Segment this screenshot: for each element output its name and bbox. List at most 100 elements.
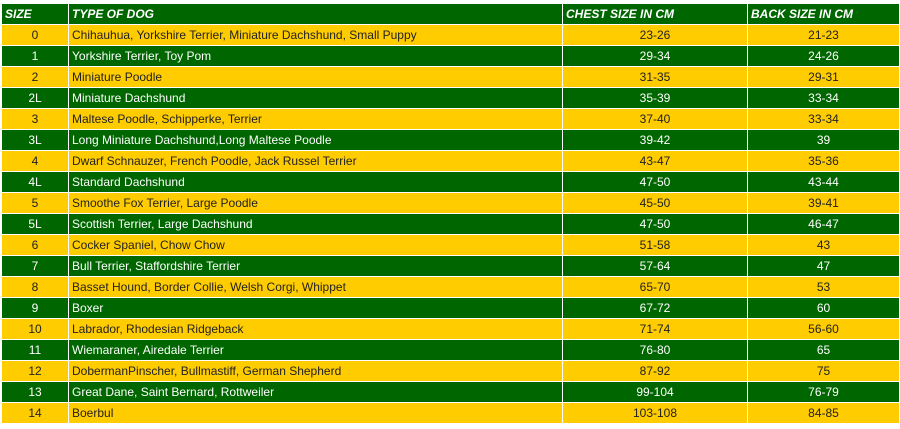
header-back-size: BACK SIZE IN CM	[747, 3, 900, 25]
cell-back-size: 56-60	[747, 318, 900, 340]
cell-size: 9	[1, 297, 69, 319]
cell-size: 8	[1, 276, 69, 298]
table-row: 10 Labrador, Rhodesian Ridgeback 71-74 5…	[1, 318, 900, 340]
cell-size: 7	[1, 255, 69, 277]
cell-back-size: 53	[747, 276, 900, 298]
cell-size: 0	[1, 24, 69, 46]
cell-dog-type: Dwarf Schnauzer, French Poodle, Jack Rus…	[68, 150, 563, 172]
table-row: 8 Basset Hound, Border Collie, Welsh Cor…	[1, 276, 900, 298]
table-row: 5L Scottish Terrier, Large Dachshund 47-…	[1, 213, 900, 235]
cell-dog-type: Bull Terrier, Staffordshire Terrier	[68, 255, 563, 277]
cell-back-size: 76-79	[747, 381, 900, 403]
cell-chest-size: 76-80	[562, 339, 748, 361]
dog-size-table: SIZE TYPE OF DOG CHEST SIZE IN CM BACK S…	[1, 3, 900, 424]
cell-back-size: 84-85	[747, 402, 900, 424]
cell-back-size: 35-36	[747, 150, 900, 172]
cell-dog-type: Labrador, Rhodesian Ridgeback	[68, 318, 563, 340]
cell-dog-type: Long Miniature Dachshund,Long Maltese Po…	[68, 129, 563, 151]
header-size: SIZE	[1, 3, 69, 25]
cell-size: 3L	[1, 129, 69, 151]
cell-chest-size: 37-40	[562, 108, 748, 130]
table-row: 11 Wiemaraner, Airedale Terrier 76-80 65	[1, 339, 900, 361]
cell-dog-type: Wiemaraner, Airedale Terrier	[68, 339, 563, 361]
cell-chest-size: 99-104	[562, 381, 748, 403]
cell-dog-type: Yorkshire Terrier, Toy Pom	[68, 45, 563, 67]
cell-back-size: 33-34	[747, 108, 900, 130]
cell-size: 3	[1, 108, 69, 130]
cell-dog-type: Great Dane, Saint Bernard, Rottweiler	[68, 381, 563, 403]
cell-chest-size: 67-72	[562, 297, 748, 319]
cell-dog-type: Scottish Terrier, Large Dachshund	[68, 213, 563, 235]
cell-back-size: 46-47	[747, 213, 900, 235]
cell-back-size: 65	[747, 339, 900, 361]
cell-back-size: 43	[747, 234, 900, 256]
cell-chest-size: 47-50	[562, 171, 748, 193]
cell-chest-size: 35-39	[562, 87, 748, 109]
table-row: 2 Miniature Poodle 31-35 29-31	[1, 66, 900, 88]
cell-chest-size: 39-42	[562, 129, 748, 151]
cell-back-size: 29-31	[747, 66, 900, 88]
table-row: 13 Great Dane, Saint Bernard, Rottweiler…	[1, 381, 900, 403]
header-chest-size: CHEST SIZE IN CM	[562, 3, 748, 25]
cell-back-size: 43-44	[747, 171, 900, 193]
cell-chest-size: 87-92	[562, 360, 748, 382]
cell-size: 4L	[1, 171, 69, 193]
cell-chest-size: 43-47	[562, 150, 748, 172]
cell-back-size: 39-41	[747, 192, 900, 214]
cell-back-size: 60	[747, 297, 900, 319]
cell-dog-type: Basset Hound, Border Collie, Welsh Corgi…	[68, 276, 563, 298]
cell-back-size: 39	[747, 129, 900, 151]
cell-size: 2	[1, 66, 69, 88]
table-row: 12 DobermanPinscher, Bullmastiff, German…	[1, 360, 900, 382]
cell-chest-size: 47-50	[562, 213, 748, 235]
cell-size: 2L	[1, 87, 69, 109]
cell-size: 6	[1, 234, 69, 256]
table-row: 0 Chihauhua, Yorkshire Terrier, Miniatur…	[1, 24, 900, 46]
cell-chest-size: 31-35	[562, 66, 748, 88]
cell-back-size: 47	[747, 255, 900, 277]
table-header-row: SIZE TYPE OF DOG CHEST SIZE IN CM BACK S…	[1, 3, 900, 25]
cell-chest-size: 57-64	[562, 255, 748, 277]
cell-chest-size: 71-74	[562, 318, 748, 340]
cell-dog-type: Chihauhua, Yorkshire Terrier, Miniature …	[68, 24, 563, 46]
table-row: 3 Maltese Poodle, Schipperke, Terrier 37…	[1, 108, 900, 130]
cell-dog-type: Miniature Poodle	[68, 66, 563, 88]
cell-size: 13	[1, 381, 69, 403]
cell-dog-type: Cocker Spaniel, Chow Chow	[68, 234, 563, 256]
table-row: 4L Standard Dachshund 47-50 43-44	[1, 171, 900, 193]
cell-size: 4	[1, 150, 69, 172]
table-row: 3L Long Miniature Dachshund,Long Maltese…	[1, 129, 900, 151]
cell-chest-size: 103-108	[562, 402, 748, 424]
table-row: 5 Smoothe Fox Terrier, Large Poodle 45-5…	[1, 192, 900, 214]
table-row: 9 Boxer 67-72 60	[1, 297, 900, 319]
table-row: 6 Cocker Spaniel, Chow Chow 51-58 43	[1, 234, 900, 256]
table-row: 14 Boerbul 103-108 84-85	[1, 402, 900, 424]
cell-chest-size: 51-58	[562, 234, 748, 256]
table-row: 2L Miniature Dachshund 35-39 33-34	[1, 87, 900, 109]
cell-dog-type: Maltese Poodle, Schipperke, Terrier	[68, 108, 563, 130]
cell-size: 14	[1, 402, 69, 424]
table-row: 7 Bull Terrier, Staffordshire Terrier 57…	[1, 255, 900, 277]
cell-dog-type: Smoothe Fox Terrier, Large Poodle	[68, 192, 563, 214]
cell-size: 1	[1, 45, 69, 67]
cell-size: 10	[1, 318, 69, 340]
cell-chest-size: 23-26	[562, 24, 748, 46]
cell-size: 5L	[1, 213, 69, 235]
header-dog-type: TYPE OF DOG	[68, 3, 563, 25]
table-row: 1 Yorkshire Terrier, Toy Pom 29-34 24-26	[1, 45, 900, 67]
cell-chest-size: 45-50	[562, 192, 748, 214]
cell-dog-type: DobermanPinscher, Bullmastiff, German Sh…	[68, 360, 563, 382]
table-row: 4 Dwarf Schnauzer, French Poodle, Jack R…	[1, 150, 900, 172]
cell-dog-type: Standard Dachshund	[68, 171, 563, 193]
cell-back-size: 33-34	[747, 87, 900, 109]
cell-back-size: 21-23	[747, 24, 900, 46]
cell-size: 12	[1, 360, 69, 382]
cell-chest-size: 29-34	[562, 45, 748, 67]
cell-size: 11	[1, 339, 69, 361]
cell-size: 5	[1, 192, 69, 214]
cell-chest-size: 65-70	[562, 276, 748, 298]
cell-dog-type: Boerbul	[68, 402, 563, 424]
cell-dog-type: Boxer	[68, 297, 563, 319]
cell-dog-type: Miniature Dachshund	[68, 87, 563, 109]
cell-back-size: 24-26	[747, 45, 900, 67]
